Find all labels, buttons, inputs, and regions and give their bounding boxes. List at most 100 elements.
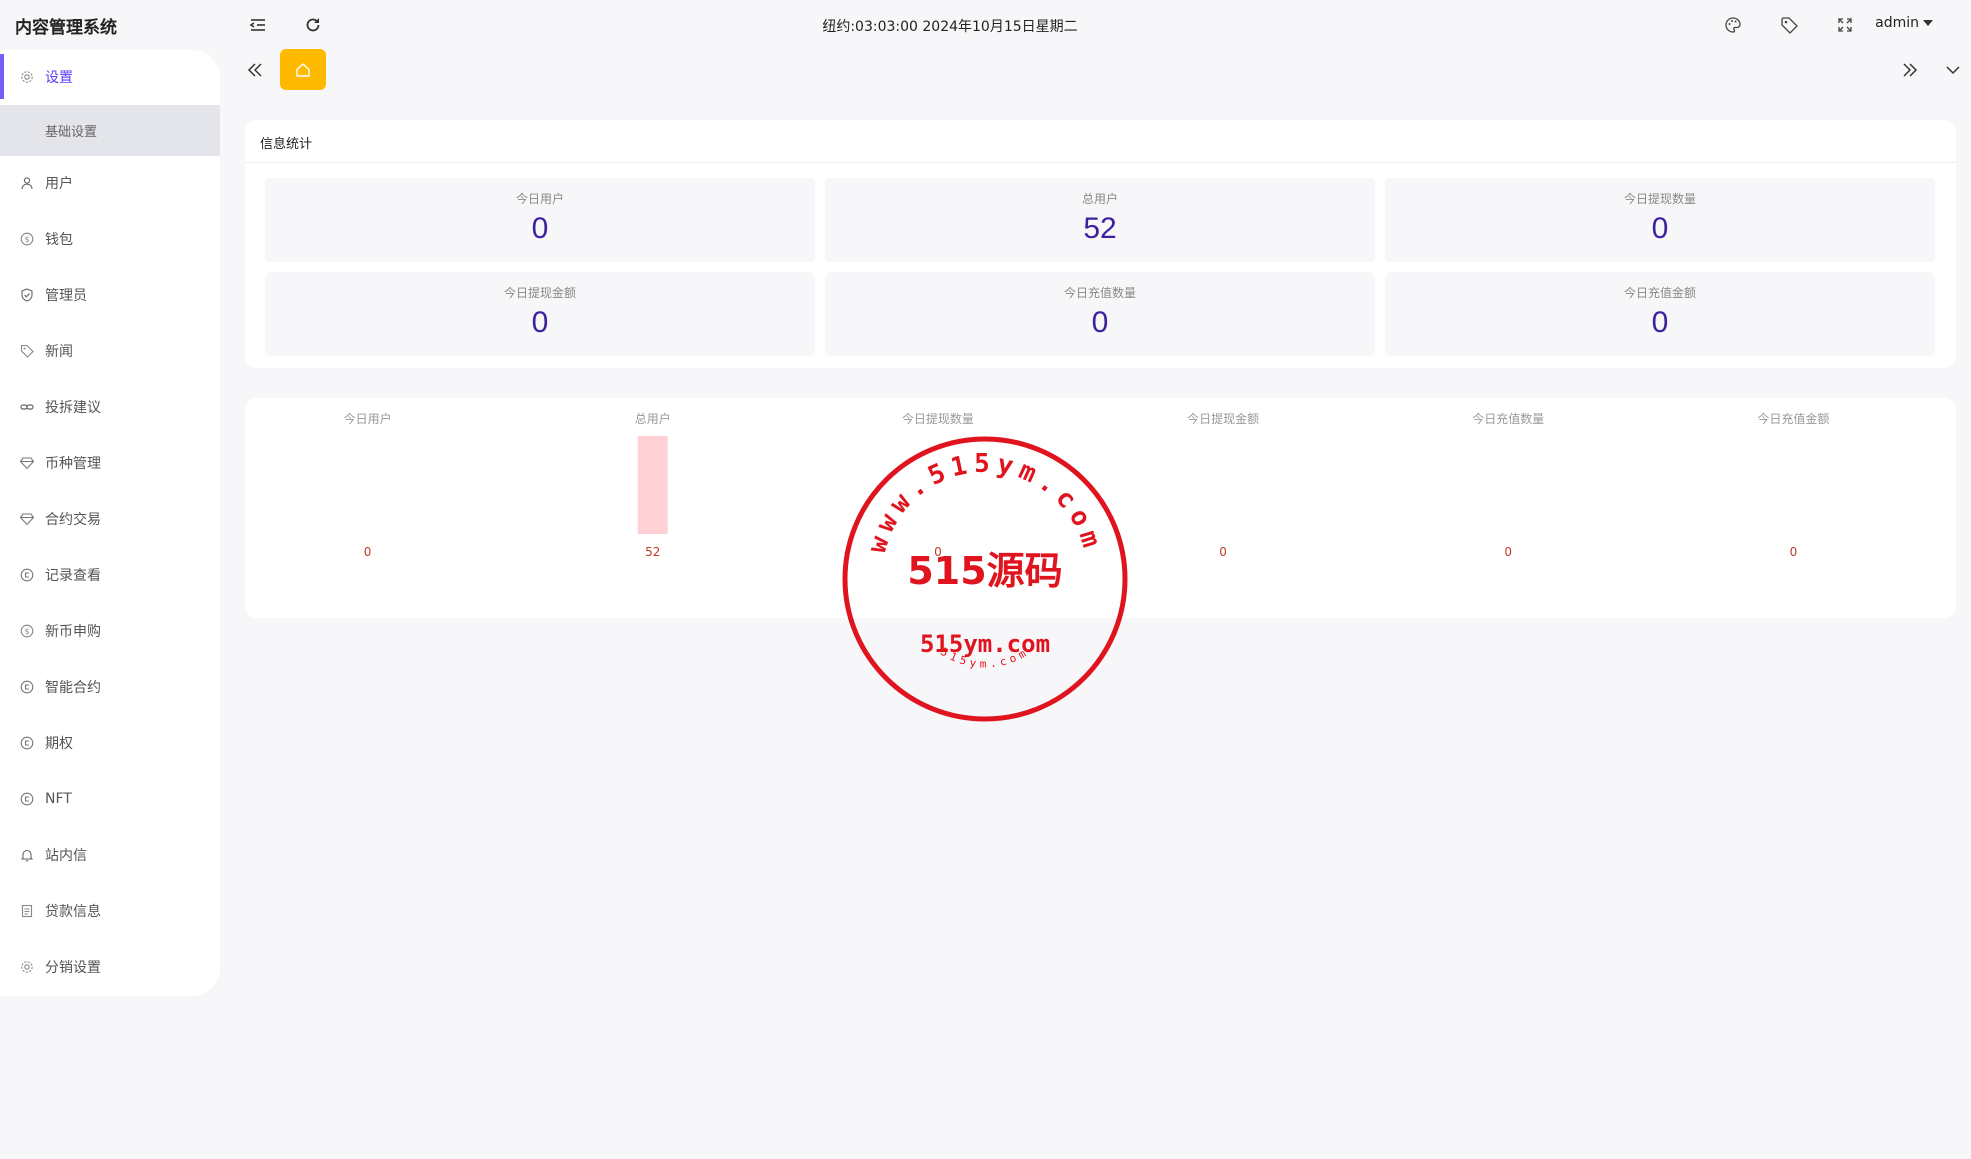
sidebar-item-settings[interactable]: 设置 (0, 50, 220, 103)
circle-arrow-icon (20, 680, 34, 694)
svg-text:$: $ (24, 235, 29, 244)
sidebar-item-label: 钱包 (45, 231, 73, 248)
sidebar-item-smart-contract[interactable]: 智能合约 (0, 660, 220, 713)
home-icon (296, 62, 310, 77)
circle-arrow-icon (20, 792, 34, 806)
chart-category-label: 总用户 (635, 411, 671, 426)
stat-today-recharge-count: 今日充值数量 0 (825, 272, 1375, 356)
stats-card: 信息统计 今日用户 0 总用户 52 今日提现数量 0 今日提现金额 0 今日充… (245, 120, 1956, 368)
stat-today-recharge-amount: 今日充值金额 0 (1385, 272, 1935, 356)
stat-total-users: 总用户 52 (825, 178, 1375, 262)
sidebar-item-messages[interactable]: 站内信 (0, 828, 220, 881)
username-label: admin (1875, 15, 1919, 31)
svg-text:www.515ym.com: www.515ym.com (862, 449, 1107, 557)
stat-value: 52 (1083, 212, 1117, 245)
sidebar-item-label: 设置 (45, 69, 73, 86)
sidebar-item-options[interactable]: 期权 (0, 716, 220, 769)
stat-value: 0 (531, 212, 549, 245)
sidebar-item-label: 用户 (45, 175, 73, 192)
sidebar-item-currency[interactable]: 币种管理 (0, 436, 220, 489)
user-menu[interactable]: admin (1875, 15, 1933, 31)
caret-down-icon (1923, 20, 1933, 26)
chart-data-label: 0 (1219, 545, 1227, 559)
sidebar-item-label: 站内信 (45, 847, 87, 864)
chart-category-label: 今日充值数量 (1472, 411, 1544, 426)
divider (245, 162, 1956, 163)
user-icon (20, 176, 34, 190)
stat-value: 0 (1091, 306, 1109, 339)
chart-data-label: 0 (1790, 545, 1798, 559)
sidebar-item-records[interactable]: 记录查看 (0, 548, 220, 601)
sidebar-item-wallet[interactable]: $ 钱包 (0, 212, 220, 265)
sidebar-item-label: 管理员 (45, 287, 87, 304)
chart-category-label: 今日充值金额 (1757, 411, 1829, 426)
top-header: 内容管理系统 纽约:03:03:00 2024年10月15日星期二 admin (0, 0, 1971, 50)
stat-today-withdraw-amount: 今日提现金额 0 (265, 272, 815, 356)
stats-card-title: 信息统计 (260, 137, 313, 152)
chart-category-label: 今日提现数量 (902, 411, 974, 426)
diamond-icon (20, 512, 34, 526)
tabs-scroll-left-icon[interactable] (245, 60, 265, 80)
sidebar-item-new-coin[interactable]: $ 新币申购 (0, 604, 220, 657)
chart-data-label: 0 (1504, 545, 1512, 559)
stat-value: 0 (1651, 306, 1669, 339)
fullscreen-icon[interactable] (1834, 14, 1856, 36)
stat-label: 今日提现数量 (1623, 192, 1696, 206)
home-tab[interactable] (280, 49, 326, 90)
tag-icon (20, 344, 34, 358)
stat-value: 0 (531, 306, 549, 339)
stat-today-withdraw-count: 今日提现数量 0 (1385, 178, 1935, 262)
circle-arrow-icon (20, 568, 34, 582)
chart-category-label: 今日提现金额 (1187, 411, 1259, 426)
circle-arrow-icon (20, 736, 34, 750)
tag-icon[interactable] (1778, 14, 1800, 36)
sidebar-item-label: 新币申购 (45, 623, 101, 640)
sidebar-subitem-basic-settings[interactable]: 基础设置 (0, 105, 220, 156)
sidebar-item-label: 新闻 (45, 343, 73, 360)
document-icon (20, 904, 34, 918)
sidebar-item-label: 合约交易 (45, 511, 101, 528)
sidebar-item-label: 投拆建议 (45, 399, 101, 416)
stat-label: 今日用户 (515, 192, 564, 206)
dollar-icon: $ (20, 624, 34, 638)
chart-data-label: 0 (364, 545, 372, 559)
sidebar-item-label: 记录查看 (45, 567, 101, 584)
sidebar-item-admin[interactable]: 管理员 (0, 268, 220, 321)
chart-data-label: 52 (645, 545, 660, 559)
sidebar-item-distribution[interactable]: 分销设置 (0, 940, 220, 993)
sidebar-item-label: 贷款信息 (45, 903, 101, 920)
chevron-down-icon[interactable] (1943, 60, 1963, 80)
svg-text:$: $ (24, 627, 29, 636)
sidebar-item-label: NFT (45, 790, 72, 807)
svg-text:515源码: 515源码 (907, 549, 1062, 593)
gear-icon (20, 960, 34, 974)
bell-icon (20, 848, 34, 862)
sidebar-item-nft[interactable]: NFT (0, 772, 220, 825)
sidebar-item-news[interactable]: 新闻 (0, 324, 220, 377)
dollar-icon: $ (20, 232, 34, 246)
sidebar-subitem-label: 基础设置 (45, 125, 98, 140)
sidebar-item-users[interactable]: 用户 (0, 156, 220, 209)
sidebar-item-label: 分销设置 (45, 959, 101, 976)
sidebar: 设置 基础设置 用户 $ 钱包 管理员 新闻 投拆建议 币种管理 合约交易 记录… (0, 50, 220, 996)
svg-text:515ym.com: 515ym.com (920, 630, 1050, 658)
stat-label: 总用户 (1081, 192, 1118, 206)
link-icon (20, 400, 34, 414)
sidebar-item-label: 期权 (45, 735, 73, 752)
chart-category-label: 今日用户 (344, 411, 392, 426)
stat-label: 今日充值金额 (1623, 286, 1696, 300)
sidebar-item-feedback[interactable]: 投拆建议 (0, 380, 220, 433)
watermark-stamp: www.515ym.com 515源码 515ym.com 515ym.com (842, 436, 1128, 722)
sidebar-item-label: 币种管理 (45, 455, 101, 472)
gear-icon (20, 70, 34, 84)
stat-today-users: 今日用户 0 (265, 178, 815, 262)
tabs-scroll-right-icon[interactable] (1900, 60, 1920, 80)
datetime-display: 纽约:03:03:00 2024年10月15日星期二 (822, 19, 1078, 35)
chart-bar (637, 436, 668, 534)
stat-value: 0 (1651, 212, 1669, 245)
palette-icon[interactable] (1722, 14, 1744, 36)
sidebar-item-label: 智能合约 (45, 679, 101, 696)
shield-icon (20, 287, 34, 302)
sidebar-item-contract-trading[interactable]: 合约交易 (0, 492, 220, 545)
sidebar-item-loans[interactable]: 贷款信息 (0, 884, 220, 937)
